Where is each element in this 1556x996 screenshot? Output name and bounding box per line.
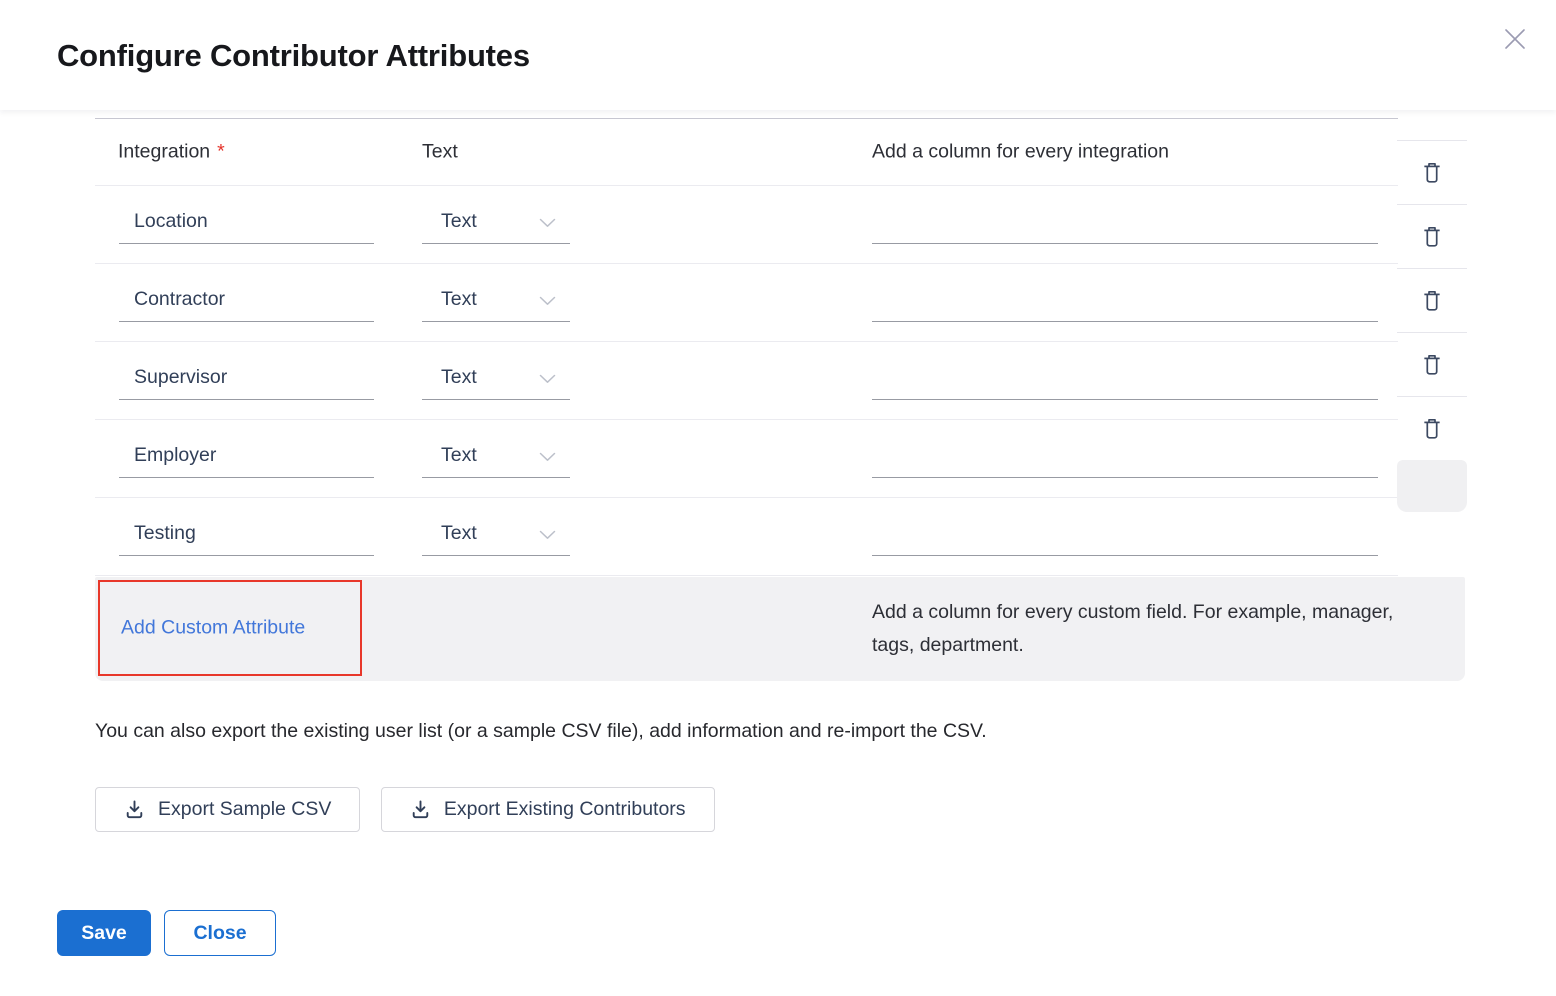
attribute-name-value: Supervisor [134, 366, 227, 389]
integration-row: Integration * Text Add a column for every… [95, 119, 1398, 186]
configure-contributor-attributes-dialog: Configure Contributor Attributes Integra… [0, 0, 1556, 996]
attributes-table: Integration * Text Add a column for every… [95, 118, 1398, 576]
export-buttons-group: Export Sample CSV Export Existing Contri… [95, 787, 731, 832]
delete-attribute-button[interactable] [1397, 268, 1467, 332]
attribute-rows: Location Text Contractor Text Supervisor [95, 186, 1398, 576]
attribute-value-input[interactable] [872, 512, 1378, 556]
delete-attribute-button[interactable] [1397, 396, 1467, 460]
custom-row-description: Add a column for every custom field. For… [872, 596, 1397, 662]
attribute-name-value: Testing [134, 522, 196, 545]
annotation-highlight-box: Add Custom Attribute [98, 580, 362, 676]
attribute-name-value: Employer [134, 444, 216, 467]
delete-attribute-button[interactable] [1397, 204, 1467, 268]
integration-type-label: Text [422, 141, 458, 164]
attribute-name-value: Contractor [134, 288, 225, 311]
attribute-type-select[interactable]: Text [422, 200, 570, 244]
attribute-name-input[interactable]: Contractor [119, 278, 374, 322]
export-button-label: Export Sample CSV [158, 798, 331, 821]
chevron-down-icon [539, 296, 556, 306]
required-asterisk: * [217, 141, 225, 163]
trash-icon [1421, 288, 1443, 313]
export-button[interactable]: Export Existing Contributors [381, 787, 715, 832]
dialog-title: Configure Contributor Attributes [57, 38, 530, 74]
attribute-row: Employer Text [95, 420, 1398, 498]
attribute-value-input[interactable] [872, 434, 1378, 478]
attribute-row: Supervisor Text [95, 342, 1398, 420]
attribute-type-value: Text [441, 366, 477, 389]
attribute-value-input[interactable] [872, 200, 1378, 244]
attribute-type-value: Text [441, 522, 477, 545]
delete-buttons-column [1397, 118, 1467, 512]
export-button-label: Export Existing Contributors [444, 798, 686, 821]
chevron-down-icon [539, 452, 556, 462]
export-note: You can also export the existing user li… [95, 720, 987, 743]
add-custom-attribute-row: Add Custom Attribute Add a column for ev… [95, 577, 1465, 681]
attribute-type-value: Text [441, 288, 477, 311]
integration-name-text: Integration [118, 141, 210, 163]
trash-icon [1421, 160, 1443, 185]
delete-cells [1397, 140, 1467, 460]
integration-description: Add a column for every integration [872, 141, 1169, 164]
attribute-row: Testing Text [95, 498, 1398, 576]
chevron-down-icon [539, 530, 556, 540]
download-icon [124, 799, 145, 820]
attribute-name-value: Location [134, 210, 208, 233]
attribute-name-input[interactable]: Testing [119, 512, 374, 556]
delete-column-spacer [1397, 118, 1467, 140]
attribute-type-value: Text [441, 444, 477, 467]
attribute-type-value: Text [441, 210, 477, 233]
trash-icon [1421, 416, 1443, 441]
attribute-row: Location Text [95, 186, 1398, 264]
attribute-value-input[interactable] [872, 278, 1378, 322]
delete-cell-placeholder [1397, 460, 1467, 512]
dialog-header: Configure Contributor Attributes [0, 0, 1556, 110]
export-button[interactable]: Export Sample CSV [95, 787, 360, 832]
attribute-row: Contractor Text [95, 264, 1398, 342]
integration-name-label: Integration * [118, 141, 225, 164]
save-button[interactable]: Save [57, 910, 151, 956]
close-icon[interactable] [1496, 20, 1534, 58]
delete-attribute-button[interactable] [1397, 332, 1467, 396]
attribute-type-select[interactable]: Text [422, 278, 570, 322]
attribute-value-input[interactable] [872, 356, 1378, 400]
download-icon [410, 799, 431, 820]
add-custom-attribute-link[interactable]: Add Custom Attribute [121, 617, 305, 640]
attribute-type-select[interactable]: Text [422, 434, 570, 478]
attribute-type-select[interactable]: Text [422, 512, 570, 556]
attribute-name-input[interactable]: Supervisor [119, 356, 374, 400]
chevron-down-icon [539, 218, 556, 228]
attribute-name-input[interactable]: Employer [119, 434, 374, 478]
attribute-name-input[interactable]: Location [119, 200, 374, 244]
x-icon [1500, 24, 1530, 54]
close-button[interactable]: Close [164, 910, 276, 956]
attribute-type-select[interactable]: Text [422, 356, 570, 400]
trash-icon [1421, 224, 1443, 249]
chevron-down-icon [539, 374, 556, 384]
trash-icon [1421, 352, 1443, 377]
delete-attribute-button[interactable] [1397, 140, 1467, 204]
